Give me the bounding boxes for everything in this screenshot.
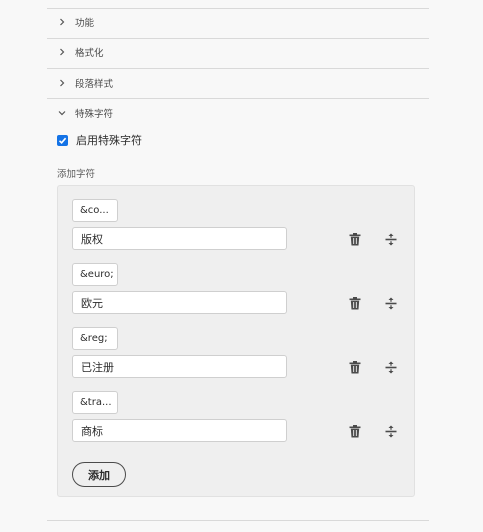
char-name-input[interactable]: 版权 — [72, 227, 287, 250]
char-code-field[interactable]: &co... — [72, 199, 118, 222]
chevron-right-icon — [57, 47, 67, 57]
divider — [47, 68, 429, 69]
section-formatting[interactable]: 格式化 — [57, 42, 104, 62]
drag-handle-icon[interactable] — [383, 423, 399, 439]
enable-special-chars-checkbox[interactable] — [57, 134, 68, 146]
enable-special-chars-row[interactable]: 启用特殊字符 — [57, 132, 142, 148]
char-code-field[interactable]: &tra... — [72, 391, 118, 414]
divider — [47, 38, 429, 39]
drag-handle-icon[interactable] — [383, 231, 399, 247]
divider — [47, 8, 429, 9]
chevron-down-icon — [57, 108, 67, 118]
trash-icon[interactable] — [347, 295, 363, 311]
section-label: 功能 — [75, 18, 95, 29]
drag-handle-icon[interactable] — [383, 359, 399, 375]
characters-container: &co... 版权 &euro; 欧元 &reg; 已注册 &tra... 商标… — [57, 185, 415, 497]
add-characters-label: 添加字符 — [57, 169, 96, 180]
section-special-characters[interactable]: 特殊字符 — [57, 103, 113, 123]
char-name-input[interactable]: 商标 — [72, 419, 287, 442]
section-functions[interactable]: 功能 — [57, 12, 94, 32]
trash-icon[interactable] — [347, 231, 363, 247]
section-label: 格式化 — [75, 48, 104, 59]
add-button[interactable]: 添加 — [72, 462, 126, 487]
char-name-input[interactable]: 已注册 — [72, 355, 287, 378]
section-paragraph-styles[interactable]: 段落样式 — [57, 73, 113, 93]
drag-handle-icon[interactable] — [383, 295, 399, 311]
char-name-input[interactable]: 欧元 — [72, 291, 287, 314]
section-label: 段落样式 — [75, 79, 114, 90]
char-code-field[interactable]: &euro; — [72, 263, 118, 286]
chevron-right-icon — [57, 17, 67, 27]
char-code-field[interactable]: &reg; — [72, 327, 118, 350]
checkbox-label: 启用特殊字符 — [76, 134, 142, 147]
trash-icon[interactable] — [347, 359, 363, 375]
chevron-right-icon — [57, 78, 67, 88]
divider — [47, 98, 429, 99]
section-label: 特殊字符 — [75, 109, 114, 120]
divider — [47, 520, 429, 521]
trash-icon[interactable] — [347, 423, 363, 439]
